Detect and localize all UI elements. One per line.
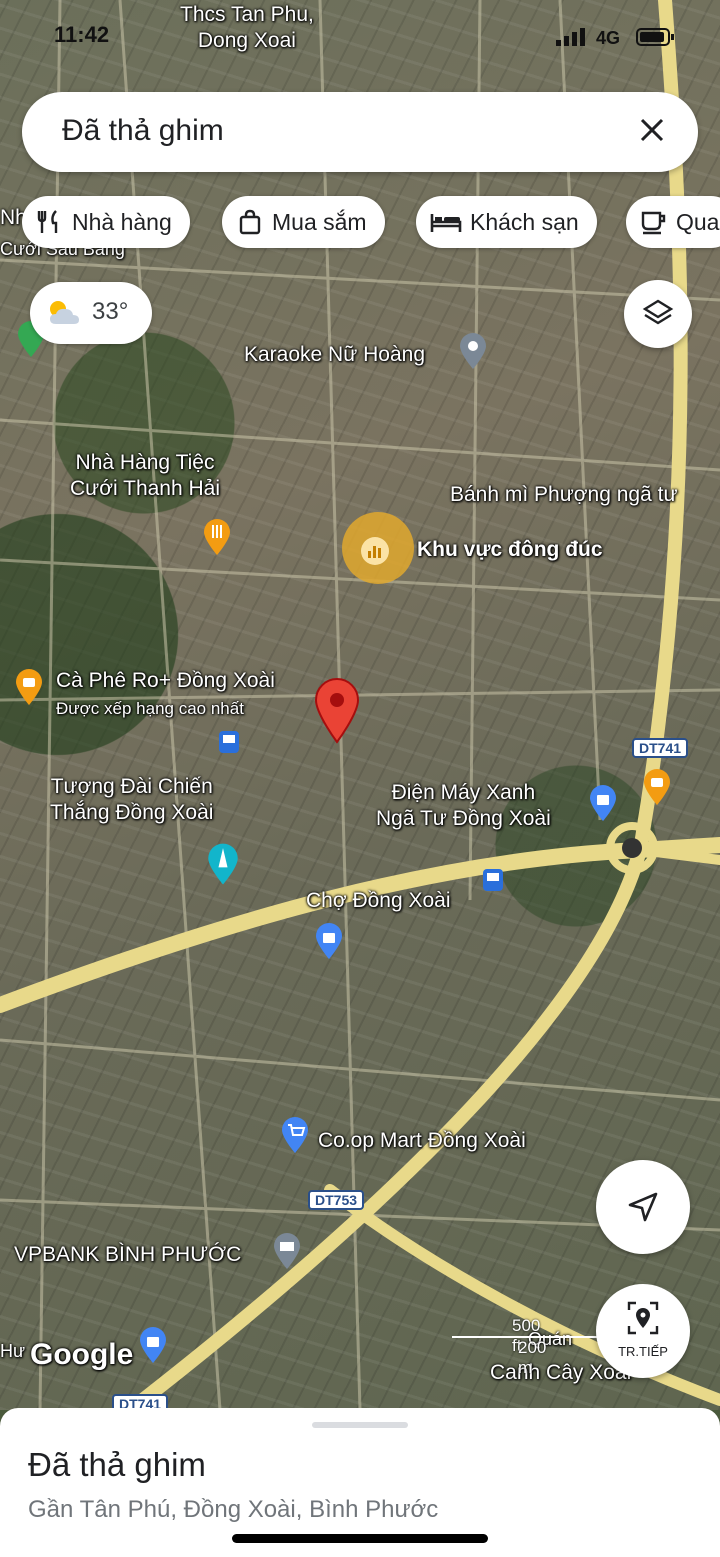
label-restaurant[interactable]: Nhà Hàng Tiệc Cưới Thanh Hải — [70, 450, 220, 503]
location-frame-icon — [627, 1301, 659, 1335]
close-icon[interactable] — [632, 110, 672, 150]
chip-hotels[interactable]: Khách sạn — [416, 196, 597, 248]
restaurant-pin-icon[interactable] — [202, 518, 232, 556]
search-bar[interactable]: Đã thả ghim — [22, 92, 698, 172]
label-hu-partial: Hư — [0, 1341, 26, 1361]
battery-icon — [636, 28, 674, 46]
chip-shopping-label: Mua sắm — [272, 208, 367, 235]
signal-icon — [556, 28, 585, 46]
chip-hotels-label: Khách sạn — [470, 208, 579, 235]
bed-icon — [430, 214, 462, 232]
label-cafe-note: Được xếp hạng cao nhất — [56, 699, 244, 718]
cafe-pin-right-icon[interactable] — [642, 768, 672, 806]
weather-temp: 33° — [92, 298, 129, 325]
layers-button[interactable] — [624, 280, 692, 348]
shopping-bag-icon — [239, 209, 261, 235]
place-address: Gần Tân Phú, Đồng Xoài, Bình Phước — [28, 1496, 439, 1523]
fork-knife-icon — [37, 210, 58, 233]
navigation-arrow-icon — [628, 1192, 658, 1222]
partly-cloudy-icon — [50, 301, 79, 324]
market-pin-icon[interactable] — [314, 922, 344, 960]
chip-cafe-label: Qua — [676, 208, 720, 235]
label-market[interactable]: Chợ Đồng Xoài — [306, 888, 451, 914]
coffee-cup-icon — [641, 211, 666, 235]
chip-restaurants[interactable]: Nhà hàng — [22, 196, 190, 248]
label-busy-area[interactable]: Khu vực đông đúc — [417, 537, 603, 563]
karaoke-pin-icon[interactable] — [458, 332, 488, 370]
layers-icon — [642, 299, 674, 325]
explore-nearby-button[interactable]: TR.TIẾP — [596, 1284, 690, 1378]
monument-pin-icon[interactable] — [206, 842, 240, 886]
label-cafe[interactable]: Cà Phê Ro+ Đồng Xoài — [56, 668, 275, 694]
bank-pin-icon[interactable] — [272, 1232, 302, 1270]
label-monument[interactable]: Tượng Đài Chiến Thắng Đồng Xoài — [50, 774, 213, 827]
label-vpbank[interactable]: VPBANK BÌNH PHƯỚC — [14, 1242, 241, 1268]
chip-shopping[interactable]: Mua sắm — [222, 196, 385, 248]
status-network: 4G — [596, 28, 621, 48]
home-indicator[interactable] — [232, 1534, 488, 1543]
label-dien-may-xanh[interactable]: Điện Máy Xanh Ngã Tư Đồng Xoài — [376, 780, 551, 833]
label-banh-mi[interactable]: Bánh mì Phượng ngã tư — [450, 482, 678, 508]
cafe-pin-icon[interactable] — [14, 668, 44, 706]
search-query[interactable]: Đã thả ghim — [62, 114, 224, 148]
chip-restaurants-label: Nhà hàng — [72, 208, 172, 235]
label-school[interactable]: Thcs Tan Phu, Dong Xoai — [180, 2, 314, 55]
explore-label: TR.TIẾP — [618, 1344, 668, 1359]
label-karaoke[interactable]: Karaoke Nữ Hoàng — [244, 342, 425, 368]
road-badge-dt753: DT753 — [308, 1190, 365, 1210]
shopping-pin-icon[interactable] — [588, 784, 618, 822]
road-badge-dt741: DT741 — [632, 738, 689, 758]
cart-pin-icon[interactable] — [280, 1116, 310, 1154]
weather-chip[interactable]: 33° — [30, 282, 152, 344]
status-time: 11:42 — [54, 22, 110, 47]
scale-m: 200 m — [518, 1338, 547, 1377]
shop-pin-bottom-icon[interactable] — [138, 1326, 168, 1364]
place-title: Đã thả ghim — [28, 1446, 206, 1483]
bus-stop-icon[interactable] — [218, 730, 240, 754]
google-logo: Google — [30, 1338, 134, 1371]
my-location-button[interactable] — [596, 1160, 690, 1254]
busy-area-chart-icon[interactable] — [360, 532, 390, 570]
label-coop-mart[interactable]: Co.op Mart Đồng Xoài — [318, 1128, 526, 1154]
bus-stop-2-icon[interactable] — [482, 868, 504, 892]
sheet-grab-handle[interactable] — [312, 1422, 408, 1428]
chip-cafe[interactable]: Qua — [626, 196, 720, 248]
dropped-pin-icon[interactable] — [314, 678, 360, 744]
